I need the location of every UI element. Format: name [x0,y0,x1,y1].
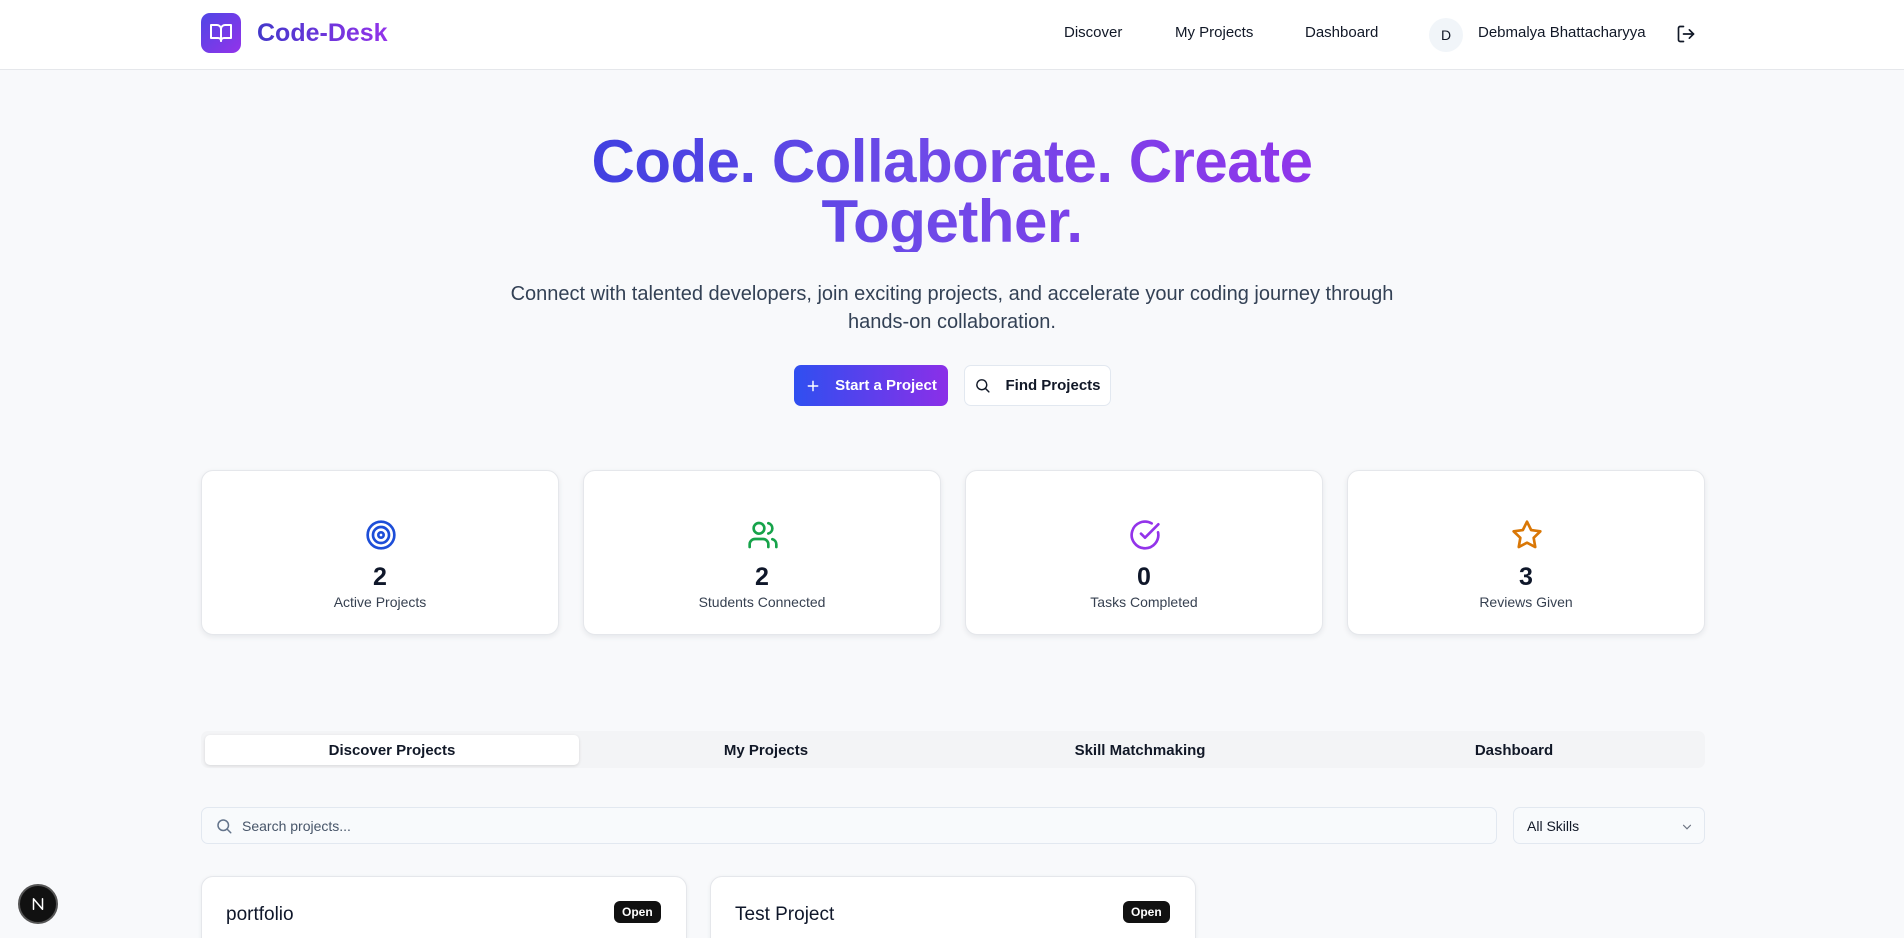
user-name: Debmalya Bhattacharyya [1478,24,1646,41]
nav-dashboard[interactable]: Dashboard [1305,24,1378,41]
section-tabs: Discover Projects My Projects Skill Matc… [201,731,1705,768]
target-icon [365,519,397,551]
status-badge: Open [614,901,661,923]
project-card[interactable]: portfolio Open [201,876,687,938]
n-logo-icon [32,898,44,910]
brand[interactable]: Code-Desk [201,13,388,53]
logout-icon[interactable] [1676,24,1696,44]
stat-label: Students Connected [698,594,826,610]
chevron-down-icon [1680,820,1694,834]
star-icon [1511,519,1543,551]
hero-subtitle: Connect with talented developers, join e… [510,283,1394,333]
brand-name: Code-Desk [257,18,388,47]
project-title: portfolio [226,904,294,925]
stat-card-tasks-completed: 0 Tasks Completed [965,470,1323,635]
stat-label: Active Projects [333,594,427,610]
stat-label: Tasks Completed [1090,594,1198,610]
avatar[interactable]: D [1429,18,1463,52]
book-icon [201,13,241,53]
stat-card-students-connected: 2 Students Connected [583,470,941,635]
status-badge: Open [1123,901,1170,923]
start-project-button[interactable]: Start a Project [794,365,948,406]
stat-label: Reviews Given [1479,594,1573,610]
stat-card-active-projects: 2 Active Projects [201,470,559,635]
project-title: Test Project [735,904,835,925]
tab-discover-projects[interactable]: Discover Projects [205,735,579,765]
users-icon [747,519,779,551]
tab-my-projects[interactable]: My Projects [579,735,953,765]
next-dev-tools-button[interactable] [18,884,58,924]
stat-value: 0 [1137,563,1151,591]
search-icon [976,379,991,393]
stat-value: 3 [1519,563,1533,591]
search-input[interactable] [242,808,1482,843]
plus-icon [807,380,819,391]
stat-card-reviews-given: 3 Reviews Given [1347,470,1705,635]
tab-skill-matchmaking[interactable]: Skill Matchmaking [953,735,1327,765]
find-projects-label: Find Projects [1005,377,1101,394]
nav-my-projects[interactable]: My Projects [1175,24,1253,41]
stat-value: 2 [755,563,769,591]
search-icon [215,817,233,835]
stat-value: 2 [373,563,387,591]
project-card[interactable]: Test Project Open [710,876,1196,938]
skill-filter-value: All Skills [1527,818,1580,834]
nav-discover[interactable]: Discover [1064,24,1122,41]
tab-dashboard[interactable]: Dashboard [1327,735,1701,765]
find-projects-button[interactable]: Find Projects [964,365,1111,406]
hero-title: Code. Collaborate. Create Together. [552,132,1352,252]
search-bar [201,807,1497,844]
check-circle-icon [1129,519,1161,551]
start-project-label: Start a Project [835,377,937,394]
top-navbar: Code-Desk Discover My Projects Dashboard… [0,0,1904,70]
skill-filter-select[interactable]: All Skills [1513,807,1705,844]
